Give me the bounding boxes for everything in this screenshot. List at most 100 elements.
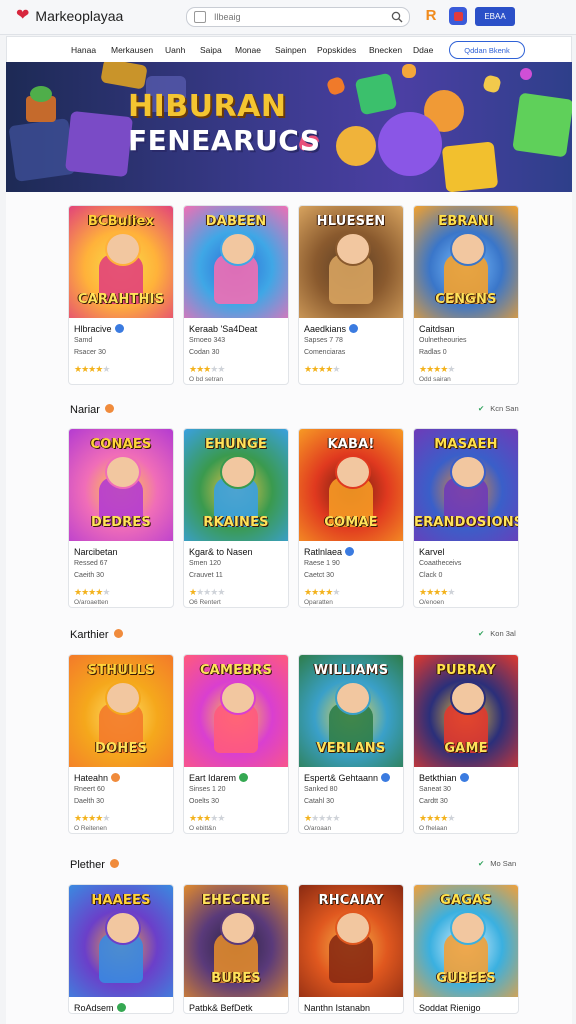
game-card[interactable]: BCBuliex CARAHTHIS Hlbracive Samd Rsacer 30 ★… xyxy=(68,205,174,385)
game-card[interactable]: EHUNGE RKAINES Kgar& to Nasen Smen 120 Crauv… xyxy=(183,428,289,608)
section-see-all-link[interactable]: ✔ Kon 3al xyxy=(478,629,516,638)
nav-item[interactable]: Bnecken xyxy=(369,45,402,55)
game-title[interactable]: Soddat Rienigo xyxy=(419,1003,481,1013)
game-title[interactable]: Keraab 'Sa4Deat xyxy=(189,324,257,334)
game-title-text: Keraab 'Sa4Deat xyxy=(189,324,258,334)
game-art-title: PUBRAY xyxy=(436,663,496,678)
game-title[interactable]: Hateahn xyxy=(74,773,121,783)
nav-item[interactable]: Ddae xyxy=(413,45,433,55)
game-card[interactable]: WILLIAMS VERLANS Espert& Gehtaann Sanked 80… xyxy=(298,654,404,834)
game-title[interactable]: Hlbracive xyxy=(74,324,124,334)
game-character-head xyxy=(335,681,371,715)
category-nav: Hanaa Merkausen Uanh Saipa Monae Sainpen… xyxy=(6,36,572,64)
game-thumbnail[interactable]: GAGAS GUBEES xyxy=(414,885,518,997)
game-art-title: HLUESEN xyxy=(316,214,386,229)
game-title[interactable]: Karvel xyxy=(419,547,445,557)
game-title[interactable]: Ratlnlaea xyxy=(304,547,355,557)
game-thumbnail[interactable]: RHCAIAY xyxy=(299,885,403,997)
game-listing: Nariar ✔ Kcn San Karthier ✔ Kon 3al Plethe… xyxy=(6,192,572,1024)
game-character-head xyxy=(450,232,486,266)
game-thumbnail[interactable]: HAAEES xyxy=(69,885,173,997)
game-card[interactable]: HAAEES RoAdsem xyxy=(68,884,174,1014)
nav-item[interactable]: Uanh xyxy=(165,45,185,55)
search-icon[interactable] xyxy=(391,11,403,23)
game-meta-line: Saneat 30 xyxy=(419,786,451,793)
nav-item[interactable]: Hanaa xyxy=(71,45,96,55)
game-title[interactable]: Patbk& BefDetk xyxy=(189,1003,253,1013)
game-title-text: Caitdsan xyxy=(419,324,455,334)
nav-item[interactable]: Monae xyxy=(235,45,261,55)
game-title[interactable]: Narcibetan xyxy=(74,547,118,557)
section-badge-icon xyxy=(109,859,119,868)
game-card[interactable]: CAMEBRS Eart Idarem Sinses 1 20 Ooelts 30 ★★… xyxy=(183,654,289,834)
game-thumbnail[interactable]: WILLIAMS VERLANS xyxy=(299,655,403,767)
game-thumbnail[interactable]: DABEEN xyxy=(184,206,288,318)
hero-cube xyxy=(354,72,398,116)
account-button[interactable]: EBAA xyxy=(475,7,515,26)
game-title-text: Eart Idarem xyxy=(189,773,237,783)
game-art-title: EHECENE xyxy=(201,893,271,908)
hero-cube xyxy=(520,68,532,80)
section-see-all-link[interactable]: ✔ Kcn San xyxy=(478,404,519,413)
nav-item[interactable]: Saipa xyxy=(200,45,222,55)
game-card[interactable]: CONAES DEDRES Narcibetan Ressed 67 Caeith 30… xyxy=(68,428,174,608)
game-thumbnail[interactable]: EBRANI CENGNS xyxy=(414,206,518,318)
hero-plant xyxy=(30,86,52,102)
game-card[interactable]: KABA! COMAE Ratlnlaea Raese 1 90 Caetct 30 ★★… xyxy=(298,428,404,608)
game-title[interactable]: Betkthian xyxy=(419,773,469,783)
game-character-head xyxy=(105,455,141,489)
game-card[interactable]: MASAEH ERANDOSIONS Karvel Coaatheceivs Clack… xyxy=(413,428,519,608)
game-character-head xyxy=(220,911,256,945)
game-card[interactable]: EBRANI CENGNS Caitdsan Oulnetheouries Radlas… xyxy=(413,205,519,385)
section-see-all-link[interactable]: ✔ Mo San xyxy=(478,859,516,868)
game-character-head xyxy=(220,232,256,266)
game-card[interactable]: STHULLS DOHES Hateahn Rneert 60 Daelth 30 ★★★… xyxy=(68,654,174,834)
game-card[interactable]: PUBRAY GAME Betkthian Saneat 30 Cardtt 30 ★★★… xyxy=(413,654,519,834)
game-card[interactable]: EHECENE BURES Patbk& BefDetk xyxy=(183,884,289,1014)
game-title[interactable]: Nanthn Istanabn xyxy=(304,1003,370,1013)
game-title[interactable]: Kgar& to Nasen xyxy=(189,547,253,557)
search-input[interactable] xyxy=(212,11,386,23)
game-card[interactable]: DABEEN Keraab 'Sa4Deat Srnoeo 343 Codan 30 ★… xyxy=(183,205,289,385)
game-meta-line: Sapses 7 78 xyxy=(304,337,343,344)
game-thumbnail[interactable]: CAMEBRS xyxy=(184,655,288,767)
hero-cube xyxy=(325,75,347,97)
game-thumbnail[interactable]: EHUNGE RKAINES xyxy=(184,429,288,541)
game-title[interactable]: Aaedkians xyxy=(304,324,359,334)
game-title[interactable]: RoAdsem xyxy=(74,1003,126,1013)
game-thumbnail[interactable]: HLUESEN xyxy=(299,206,403,318)
profile-icon[interactable] xyxy=(449,7,467,25)
game-meta-line: Cardtt 30 xyxy=(419,798,448,805)
nav-item[interactable]: Merkausen xyxy=(111,45,153,55)
game-title[interactable]: Eart Idarem xyxy=(189,773,249,783)
game-card[interactable]: HLUESEN Aaedkians Sapses 7 78 Comenciaras ★★… xyxy=(298,205,404,385)
game-meta-line: Catahl 30 xyxy=(304,798,334,805)
game-card[interactable]: GAGAS GUBEES Soddat Rienigo xyxy=(413,884,519,1014)
game-thumbnail[interactable]: EHECENE BURES xyxy=(184,885,288,997)
game-thumbnail[interactable]: KABA! COMAE xyxy=(299,429,403,541)
game-meta-line: Rneert 60 xyxy=(74,786,105,793)
search-bar[interactable] xyxy=(186,7,410,27)
game-art-title: BCBuliex xyxy=(87,214,155,229)
game-meta-line: Samd xyxy=(74,337,93,344)
game-art-subtitle: CARAHTHIS xyxy=(77,292,165,307)
game-title[interactable]: Caitdsan xyxy=(419,324,455,334)
game-thumbnail[interactable]: MASAEH ERANDOSIONS xyxy=(414,429,518,541)
game-thumbnail[interactable]: PUBRAY GAME xyxy=(414,655,518,767)
cta-button[interactable]: Qddan Bkenk xyxy=(449,41,525,59)
game-thumbnail[interactable]: STHULLS DOHES xyxy=(69,655,173,767)
game-footer-text: O/enoen xyxy=(419,599,444,606)
hero-cube xyxy=(402,64,416,78)
hero-cube xyxy=(100,62,148,90)
logo[interactable]: ❤ Markeoplayaa xyxy=(16,8,123,25)
game-card[interactable]: RHCAIAY Nanthn Istanabn xyxy=(298,884,404,1014)
hero-banner[interactable]: HIBURAN FENEARUCS xyxy=(6,62,572,192)
game-thumbnail[interactable]: BCBuliex CARAHTHIS xyxy=(69,206,173,318)
game-thumbnail[interactable]: CONAES DEDRES xyxy=(69,429,173,541)
hero-title: HIBURAN FENEARUCS xyxy=(128,89,321,158)
game-title[interactable]: Espert& Gehtaann xyxy=(304,773,391,783)
game-title-text: Narcibetan xyxy=(74,547,118,557)
nav-item[interactable]: Popskides xyxy=(317,45,356,55)
notifications-icon[interactable]: R xyxy=(423,7,439,25)
nav-item[interactable]: Sainpen xyxy=(275,45,306,55)
